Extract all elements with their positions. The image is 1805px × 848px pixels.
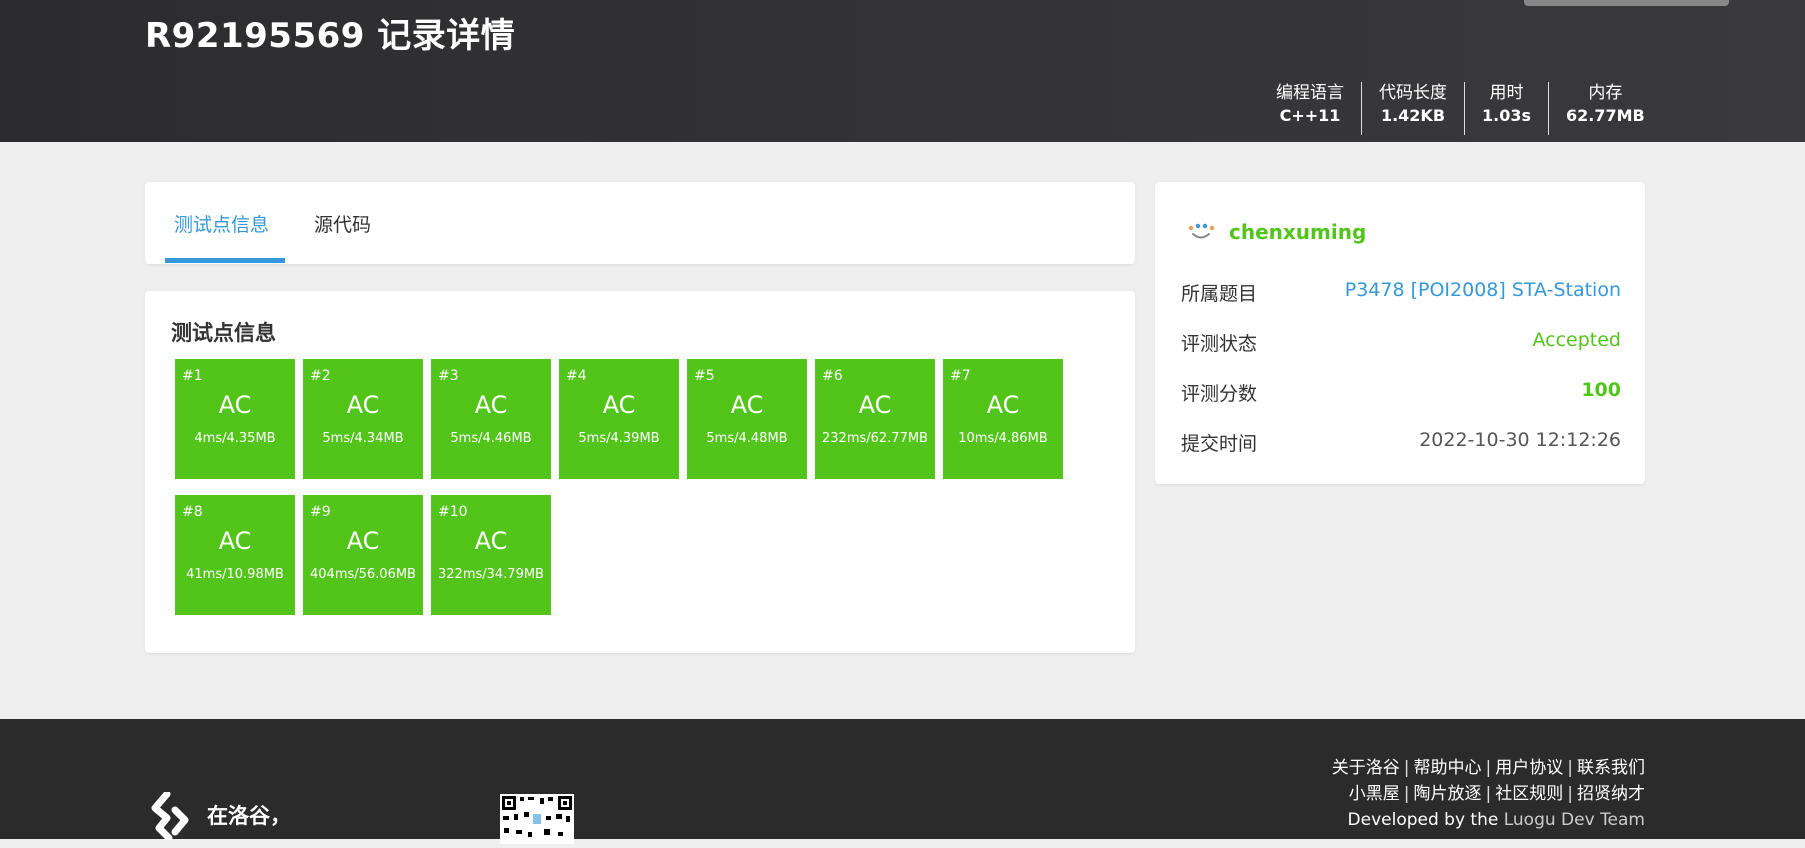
score-value: 100 xyxy=(1581,379,1621,401)
page-footer: 在洛谷， 关于洛谷 | 帮助中心 | 用户协议 | 联系我们 小黑屋 | 陶片放逐 | 社区规则 | 招… xyxy=(0,719,1805,844)
test-case-1[interactable]: #1 AC 4ms/4.35MB xyxy=(175,359,295,479)
status-value: Accepted xyxy=(1532,329,1621,351)
footer-link-jobs[interactable]: 招贤纳才 xyxy=(1577,784,1645,804)
stat-language: 编程语言 C++11 xyxy=(1259,82,1361,135)
test-case-number: #6 xyxy=(822,368,843,384)
test-cases-heading: 测试点信息 xyxy=(171,321,276,345)
stat-label: 内存 xyxy=(1588,83,1623,103)
test-case-info: 41ms/10.98MB xyxy=(186,567,284,582)
test-case-info: 322ms/34.79MB xyxy=(438,567,544,582)
test-case-status: AC xyxy=(346,527,380,555)
info-row-submit-time: 提交时间 2022-10-30 12:12:26 xyxy=(1181,429,1621,456)
test-case-number: #2 xyxy=(310,368,331,384)
stat-memory: 内存 62.77MB xyxy=(1548,82,1662,135)
test-case-grid: #1 AC 4ms/4.35MB #2 AC 5ms/4.34MB #3 AC … xyxy=(175,359,1075,615)
test-case-number: #1 xyxy=(182,368,203,384)
test-case-info: 4ms/4.35MB xyxy=(194,431,276,446)
header-top-button[interactable] xyxy=(1524,0,1729,6)
test-case-2[interactable]: #2 AC 5ms/4.34MB xyxy=(303,359,423,479)
tabs-card: 测试点信息 源代码 xyxy=(145,182,1135,264)
stat-value: 1.42KB xyxy=(1380,106,1446,125)
info-label: 提交时间 xyxy=(1181,433,1258,455)
test-case-status: AC xyxy=(858,391,892,419)
test-case-10[interactable]: #10 AC 322ms/34.79MB xyxy=(431,495,551,615)
test-case-status: AC xyxy=(986,391,1020,419)
test-case-info: 5ms/4.39MB xyxy=(578,431,660,446)
luogu-logo-icon xyxy=(151,792,189,840)
record-stats: 编程语言 C++11 代码长度 1.42KB 用时 1.03s 内存 62.77… xyxy=(1259,82,1662,135)
test-case-info: 5ms/4.46MB xyxy=(450,431,532,446)
submit-time-value: 2022-10-30 12:12:26 xyxy=(1419,429,1621,451)
test-case-4[interactable]: #4 AC 5ms/4.39MB xyxy=(559,359,679,479)
test-case-6[interactable]: #6 AC 232ms/62.77MB xyxy=(815,359,935,479)
qr-code-icon xyxy=(500,794,574,844)
info-label: 评测状态 xyxy=(1181,333,1258,355)
user-info[interactable]: chenxuming xyxy=(1185,216,1366,248)
footer-link-community-rules[interactable]: 社区规则 xyxy=(1495,784,1563,804)
footer-developed-by: Developed by the xyxy=(1347,810,1499,830)
test-case-status: AC xyxy=(218,527,252,555)
active-tab-indicator xyxy=(165,258,285,263)
smiley-avatar-icon xyxy=(1188,223,1215,239)
tab-test-info[interactable]: 测试点信息 xyxy=(174,210,269,237)
test-case-status: AC xyxy=(346,391,380,419)
stat-value: C++11 xyxy=(1279,106,1341,125)
test-case-7[interactable]: #7 AC 10ms/4.86MB xyxy=(943,359,1063,479)
info-label: 评测分数 xyxy=(1181,383,1258,405)
stat-value: 1.03s xyxy=(1482,106,1531,125)
footer-dev-team-link[interactable]: Luogu Dev Team xyxy=(1504,810,1645,830)
tab-source-code[interactable]: 源代码 xyxy=(314,210,371,237)
footer-links: 关于洛谷 | 帮助中心 | 用户协议 | 联系我们 小黑屋 | 陶片放逐 | 社区规则 | 招贤纳才 D… xyxy=(1331,758,1645,830)
test-case-3[interactable]: #3 AC 5ms/4.46MB xyxy=(431,359,551,479)
stat-label: 编程语言 xyxy=(1276,83,1344,103)
test-case-status: AC xyxy=(474,391,508,419)
footer-link-ostracism[interactable]: 陶片放逐 xyxy=(1414,784,1482,804)
info-label: 所属题目 xyxy=(1181,283,1258,305)
page-header: R92195569 记录详情 编程语言 C++11 代码长度 1.42KB 用时… xyxy=(0,0,1805,142)
test-case-9[interactable]: #9 AC 404ms/56.06MB xyxy=(303,495,423,615)
test-case-number: #8 xyxy=(182,504,203,520)
footer-link-help[interactable]: 帮助中心 xyxy=(1414,758,1482,778)
test-case-5[interactable]: #5 AC 5ms/4.48MB xyxy=(687,359,807,479)
stat-label: 代码长度 xyxy=(1379,83,1447,103)
test-case-number: #4 xyxy=(566,368,587,384)
test-case-info: 5ms/4.48MB xyxy=(706,431,788,446)
info-row-problem: 所属题目 P3478 [POI2008] STA-Station xyxy=(1181,279,1621,306)
stat-time: 用时 1.03s xyxy=(1464,82,1548,135)
footer-link-about[interactable]: 关于洛谷 xyxy=(1332,758,1400,778)
test-case-info: 232ms/62.77MB xyxy=(822,431,928,446)
test-case-number: #7 xyxy=(950,368,971,384)
stat-code-length: 代码长度 1.42KB xyxy=(1361,82,1464,135)
test-case-8[interactable]: #8 AC 41ms/10.98MB xyxy=(175,495,295,615)
info-row-score: 评测分数 100 xyxy=(1181,379,1621,406)
test-case-info: 10ms/4.86MB xyxy=(958,431,1048,446)
test-case-status: AC xyxy=(474,527,508,555)
test-case-number: #10 xyxy=(438,504,468,520)
test-case-status: AC xyxy=(602,391,636,419)
username-link[interactable]: chenxuming xyxy=(1229,220,1366,244)
info-row-status: 评测状态 Accepted xyxy=(1181,329,1621,356)
footer-link-terms[interactable]: 用户协议 xyxy=(1495,758,1563,778)
test-case-info: 5ms/4.34MB xyxy=(322,431,404,446)
stat-value: 62.77MB xyxy=(1566,106,1645,125)
test-case-status: AC xyxy=(730,391,764,419)
problem-link[interactable]: P3478 [POI2008] STA-Station xyxy=(1345,279,1621,306)
test-case-status: AC xyxy=(218,391,252,419)
test-case-number: #3 xyxy=(438,368,459,384)
test-case-number: #9 xyxy=(310,504,331,520)
test-case-number: #5 xyxy=(694,368,715,384)
footer-link-contact[interactable]: 联系我们 xyxy=(1577,758,1645,778)
footer-slogan: 在洛谷， xyxy=(207,804,291,828)
footer-link-blacklist[interactable]: 小黑屋 xyxy=(1349,784,1400,804)
test-case-info: 404ms/56.06MB xyxy=(310,567,416,582)
record-info-card: chenxuming 所属题目 P3478 [POI2008] STA-Stat… xyxy=(1155,182,1645,484)
test-cases-card: 测试点信息 #1 AC 4ms/4.35MB #2 AC 5ms/4.34MB … xyxy=(145,291,1135,653)
page-title: R92195569 记录详情 xyxy=(145,16,516,56)
stat-label: 用时 xyxy=(1489,83,1524,103)
avatar[interactable] xyxy=(1185,216,1217,248)
